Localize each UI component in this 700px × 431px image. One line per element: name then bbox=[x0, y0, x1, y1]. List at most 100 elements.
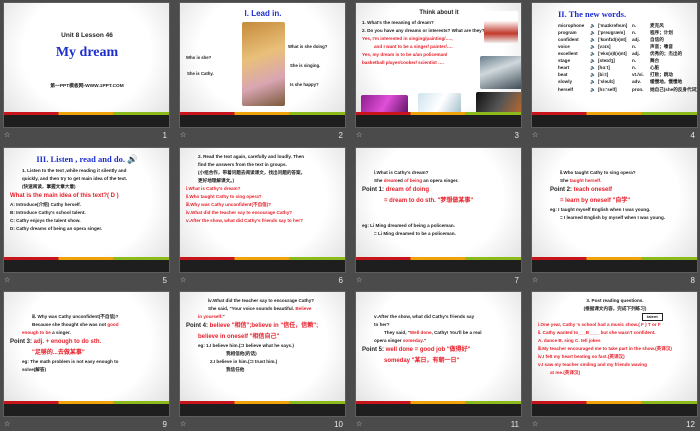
slide-text-line: III. Listen , read and do. 🔊 bbox=[10, 153, 164, 167]
text-run: She said, "Your voice sounds beautiful. bbox=[208, 306, 296, 312]
slide-text-line: A. dance B. sing C. tell jokes bbox=[538, 337, 692, 345]
slide-text-line: Point 5: well done = good job "做得好" bbox=[362, 345, 516, 356]
vocab-row: slowly 🔈 ['sləʊlɪ] adv. 缓慢地，慢慢地 bbox=[538, 78, 692, 85]
slide-thumbnail-12[interactable]: 3. Post reading questions. (根据课文内容，完成下列练习… bbox=[531, 291, 698, 417]
star-animation-icon[interactable]: ☆ bbox=[4, 420, 10, 428]
speaker-icon[interactable]: 🔈 bbox=[590, 64, 598, 71]
speaker-icon[interactable]: 🔈 bbox=[590, 43, 598, 50]
slide-content: III. Listen , read and do. 🔊 1. Listen to… bbox=[10, 153, 164, 255]
slide-text-line: She said, "Your voice sounds beautiful. … bbox=[186, 305, 340, 313]
vocab-row: herself 🔈 [hɜː'self] pron. 她自己(she的反身代词) bbox=[538, 86, 697, 93]
slide-text-line: find the answers from the text in groups… bbox=[186, 161, 340, 169]
star-animation-icon[interactable]: ☆ bbox=[356, 131, 362, 139]
slide-thumbnail-1[interactable]: Unit 8 Lesson 46 My dream 第一PPT模板网-WWW.1PP… bbox=[3, 2, 170, 128]
star-animation-icon[interactable]: ☆ bbox=[180, 276, 186, 284]
speaker-icon[interactable]: 🔈 bbox=[590, 50, 598, 57]
text-run: I. Lead in. bbox=[244, 9, 282, 18]
slide-text-line: and I want to be a singer/ painter/…. bbox=[362, 43, 516, 51]
text-run: Point 4: bbox=[186, 323, 210, 330]
text-run: 更好地理解课文。) bbox=[198, 178, 234, 184]
slide-thumbnail-11[interactable]: ⅴ.After the show, what did Cathy's frien… bbox=[355, 291, 522, 417]
vocab-meaning: 声音；嗓音 bbox=[650, 43, 673, 49]
star-animation-icon[interactable]: ☆ bbox=[180, 420, 186, 428]
slide-thumbnail-7[interactable]: ⅰ.What is Cathy's dream? She dreamed of b… bbox=[355, 147, 522, 273]
text-run: believe in oneself "相信自己" bbox=[198, 333, 280, 340]
slide-text-line: eg: Li Ming dreamed of being a policeman… bbox=[362, 222, 516, 230]
vocab-meaning: 心脏 bbox=[650, 65, 660, 71]
text-run: Point 3: bbox=[10, 339, 34, 346]
text-run: basketball player/cooker/ scientist …. bbox=[362, 59, 444, 65]
text-run: 1. Listen to the text ,while reading it … bbox=[22, 167, 127, 173]
vocab-pos: n. bbox=[632, 43, 637, 49]
star-animation-icon[interactable]: ☆ bbox=[4, 131, 10, 139]
speaker-icon[interactable]: 🔈 bbox=[590, 86, 598, 93]
text-run: A. dance B. sing C. tell jokes bbox=[538, 338, 601, 344]
footer-band bbox=[4, 115, 169, 127]
slide-text-line: 我相信他(的话) bbox=[186, 350, 340, 358]
vocab-word: slowly bbox=[558, 79, 573, 85]
slide-thumbnail-2[interactable]: I. Lead in. Who is she? She is Cathy. What … bbox=[179, 2, 346, 128]
slide-content: ⅰ.What is Cathy's dream? She dreamed of b… bbox=[362, 153, 516, 255]
speaker-icon[interactable]: 🔊 bbox=[125, 154, 138, 164]
speaker-icon[interactable]: 🔈 bbox=[590, 29, 598, 36]
speaker-icon[interactable]: 🔈 bbox=[590, 57, 598, 64]
slide-text-line: eg: The math problem is not easy enough … bbox=[10, 358, 164, 366]
footer-band bbox=[180, 115, 345, 127]
text-run: Point 2: bbox=[550, 187, 574, 194]
speaker-icon[interactable]: 🔈 bbox=[590, 36, 598, 43]
slide-text-line: quickly, and then try to get main idea o… bbox=[10, 175, 164, 183]
slide-text-line: 第一PPT模板网-WWW.1PPT.COM bbox=[10, 83, 164, 91]
vocab-word: microphone bbox=[558, 22, 585, 28]
footer-band bbox=[532, 260, 697, 272]
text-run: ⅳ.What did the teacher say to encourage … bbox=[186, 210, 293, 216]
slide-text-line: "足够的...去做某事" bbox=[10, 348, 164, 359]
slide-text-line: C: Cathy enjoys the talent show. bbox=[10, 217, 164, 225]
text-run: in yourself. bbox=[198, 314, 223, 320]
star-animation-icon[interactable]: ☆ bbox=[532, 276, 538, 284]
slide-text-line: eg: 1.I believe him.(=I believe what he … bbox=[186, 342, 340, 350]
text-run: a singer. bbox=[50, 330, 71, 336]
star-animation-icon[interactable]: ☆ bbox=[180, 131, 186, 139]
star-animation-icon[interactable]: ☆ bbox=[532, 420, 538, 428]
star-animation-icon[interactable]: ☆ bbox=[356, 420, 362, 428]
slide-text-line: = I learned English by myself when I was… bbox=[538, 214, 692, 222]
slide-text-line: ⅲ. Why was Cathy unconfident(不自信)? bbox=[10, 313, 164, 321]
slide-number: 11 bbox=[510, 420, 519, 429]
text-run: C: Cathy enjoys the talent show. bbox=[10, 218, 81, 224]
slide-thumbnail-5[interactable]: III. Listen , read and do. 🔊 1. Listen to… bbox=[3, 147, 170, 273]
slide-thumbnail-3[interactable]: Think about it 1. What's the meaning of d… bbox=[355, 2, 522, 128]
text-run: ⅳ.I felt my heart beating so fast.(英译汉) bbox=[538, 354, 625, 360]
star-animation-icon[interactable]: ☆ bbox=[532, 131, 538, 139]
slide-thumbnail-8[interactable]: ⅱ.Who taught Cathy to sing opera? She tau… bbox=[531, 147, 698, 273]
text-run: = learn by oneself "自学" bbox=[560, 197, 631, 204]
text-run: ⅰ.What is Cathy's dream? bbox=[186, 186, 241, 192]
slide-thumbnail-10[interactable]: ⅳ.What did the teacher say to encourage … bbox=[179, 291, 346, 417]
star-animation-icon[interactable]: ☆ bbox=[4, 276, 10, 284]
vocab-phonetic: ['kɒnfɪd(ə)nt] bbox=[598, 36, 627, 42]
text-run: opera singer bbox=[374, 338, 403, 344]
slide-number: 12 bbox=[686, 420, 695, 429]
slide-text-line: (快速阅读，掌握文章大意) bbox=[10, 183, 164, 191]
speaker-icon[interactable]: 🔈 bbox=[590, 71, 598, 78]
slide-number: 3 bbox=[514, 131, 519, 140]
speaker-icon[interactable]: 🔈 bbox=[590, 22, 598, 29]
slide-text-line: solve(解答) bbox=[10, 366, 164, 374]
vocab-word: program bbox=[558, 29, 577, 35]
text-run: They said, " bbox=[384, 330, 410, 336]
vocab-pos: adj. bbox=[632, 51, 640, 57]
slide-number: 1 bbox=[162, 131, 167, 140]
vocab-phonetic: ['maɪkrəfəʊn] bbox=[598, 22, 628, 28]
speaker-icon[interactable]: 🔈 bbox=[590, 78, 598, 85]
slide-text-line: (根据课文内容，完成下列练习) bbox=[538, 305, 692, 313]
text-run: solve(解答) bbox=[22, 367, 46, 373]
slide-text-line: She dreamed of being an opera singer. bbox=[362, 177, 516, 185]
slide-text-line: She is Cathy. bbox=[187, 70, 214, 78]
slide-text-line: 我信任他 bbox=[186, 366, 340, 374]
slide-thumbnail-4[interactable]: II. The new words. microphone 🔈 ['maɪkrəfəʊ… bbox=[531, 2, 698, 128]
star-animation-icon[interactable]: ☆ bbox=[356, 276, 362, 284]
text-run: dream bbox=[383, 178, 398, 184]
slide-thumbnail-9[interactable]: ⅲ. Why was Cathy unconfident(不自信)? Becaus… bbox=[3, 291, 170, 417]
text-run: ." bbox=[422, 338, 426, 344]
slide-thumbnail-6[interactable]: 2. Read the text again, carefully and lo… bbox=[179, 147, 346, 273]
vocab-word: herself bbox=[558, 86, 574, 92]
